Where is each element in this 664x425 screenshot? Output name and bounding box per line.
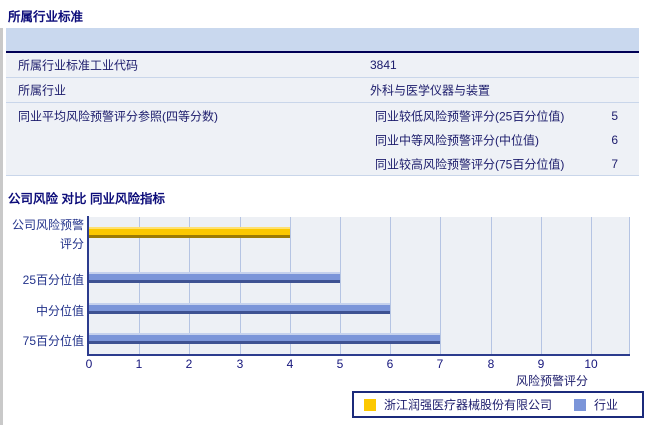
subrow-25th-percentile: 同业较低风险预警评分(25百分位值) 5 (6, 104, 639, 128)
subrow-label: 同业较低风险预警评分(25百分位值) (375, 109, 565, 124)
table-row-peer-reference: 同业平均风险预警评分参照(四等分数) 同业较低风险预警评分(25百分位值) 5 … (6, 103, 639, 176)
x-axis-label: 风险预警评分 (515, 374, 588, 388)
subrow-value: 7 (611, 157, 618, 171)
subrow-value: 5 (611, 109, 618, 123)
x-tick-label: 4 (286, 357, 294, 371)
x-tick-label: 8 (487, 357, 495, 371)
legend-swatch (364, 398, 376, 411)
row-label: 所属行业标准工业代码 (18, 58, 139, 73)
x-tick-label: 3 (236, 357, 244, 371)
category-label: 中分位值 (0, 302, 84, 321)
x-tick-label: 0 (85, 357, 93, 371)
x-tick-label: 9 (537, 357, 545, 371)
subrow-75th-percentile: 同业较高风险预警评分(75百分位值) 7 (6, 152, 639, 176)
category-label-line: 评分 (59, 237, 84, 251)
section-title-industry-standard: 所属行业标准 (8, 10, 84, 24)
gridline (440, 217, 441, 355)
legend-swatch (574, 398, 587, 411)
legend-label: 浙江润强医疗器械股份有限公司 (384, 398, 553, 412)
gridline (591, 217, 592, 355)
category-label: 75百分位值 (0, 332, 84, 351)
y-axis-line (87, 216, 89, 356)
category-label-line: 75百分位值 (22, 334, 84, 348)
chart-plot-area (89, 217, 630, 355)
x-tick-label: 7 (436, 357, 444, 371)
category-label-line: 公司风险预警 (11, 218, 84, 232)
category-label-line: 中分位值 (35, 304, 84, 318)
x-tick-label: 1 (135, 357, 143, 371)
x-tick-label: 6 (386, 357, 394, 371)
x-tick-label: 2 (185, 357, 193, 371)
peer-score-subrows: 同业较低风险预警评分(25百分位值) 5 同业中等风险预警评分(中位值) 6 同… (6, 104, 639, 176)
x-tick-label: 5 (336, 357, 344, 371)
category-label: 公司风险预警评分 (0, 216, 84, 254)
subrow-value: 6 (611, 133, 618, 147)
subrow-label: 同业中等风险预警评分(中位值) (375, 133, 539, 148)
legend-box: 浙江润强医疗器械股份有限公司 行业 (352, 391, 644, 418)
x-tick-label: 10 (584, 357, 598, 371)
row-value: 外科与医学仪器与装置 (370, 83, 491, 98)
legend-label: 行业 (594, 398, 619, 412)
chart-bar (89, 227, 290, 238)
legend-item: 行业 (574, 396, 618, 413)
table-row-industry: 所属行业 外科与医学仪器与装置 (6, 78, 639, 103)
category-label: 25百分位值 (0, 271, 84, 290)
section-title-risk-comparison: 公司风险 对比 同业风险指标 (8, 192, 165, 206)
table-row-industry-code: 所属行业标准工业代码 3841 (6, 53, 639, 78)
chart-bar (89, 272, 340, 283)
chart-bar (89, 333, 440, 344)
gridline (491, 217, 492, 355)
gridline (541, 217, 542, 355)
row-value: 3841 (370, 58, 397, 72)
industry-standard-table: 所属行业标准工业代码 3841 所属行业 外科与医学仪器与装置 同业平均风险预警… (6, 28, 639, 176)
table-header-band (6, 28, 639, 53)
subrow-median: 同业中等风险预警评分(中位值) 6 (6, 128, 639, 152)
subrow-label: 同业较高风险预警评分(75百分位值) (375, 157, 565, 172)
legend-item: 浙江润强医疗器械股份有限公司 (364, 396, 552, 413)
chart-bar (89, 303, 390, 314)
row-label: 所属行业 (18, 83, 67, 98)
category-label-line: 25百分位值 (22, 273, 84, 287)
x-axis-line (87, 354, 630, 356)
